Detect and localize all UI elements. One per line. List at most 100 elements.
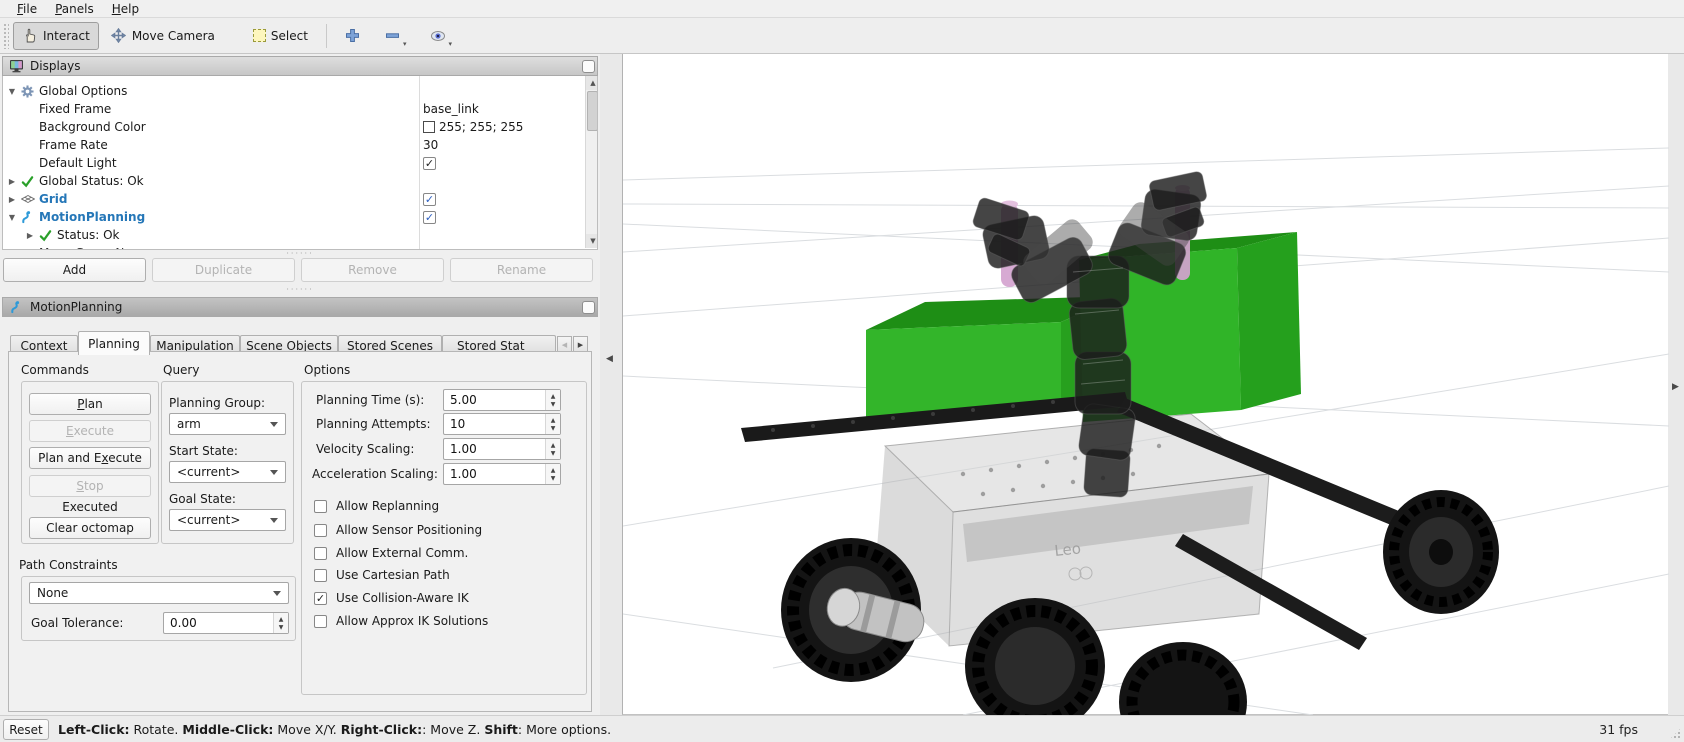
fixed-frame-value[interactable]: base_link	[423, 102, 479, 116]
allow-external-comm-checkbox[interactable]: Allow External Comm.	[314, 546, 468, 560]
remove-display-button[interactable]: Remove	[301, 258, 444, 282]
panel-resize-gutter[interactable]: ◀	[600, 54, 622, 715]
splitter-handle[interactable]: ······	[0, 287, 600, 293]
tree-row-grid[interactable]: ▶ Grid ✓	[3, 190, 585, 208]
tree-row-label: Frame Rate	[36, 138, 108, 152]
toolbar-grip[interactable]	[3, 23, 9, 49]
motionplanning-enabled-checkbox[interactable]: ✓	[423, 211, 436, 224]
3d-viewport[interactable]: Leo	[622, 54, 1668, 715]
panel-float-button[interactable]	[582, 60, 595, 73]
path-constraints-select[interactable]: None	[29, 582, 289, 604]
add-display-button[interactable]: Add	[3, 258, 146, 282]
select-tool-label: Select	[271, 29, 308, 43]
use-collision-aware-ik-checkbox[interactable]: ✓Use Collision-Aware IK	[314, 591, 469, 605]
expand-arrow-icon[interactable]: ▶	[5, 177, 19, 186]
motionplanning-panel-header[interactable]: MotionPlanning	[2, 297, 598, 317]
tree-row-global-status[interactable]: ▶ Global Status: Ok	[3, 172, 585, 190]
allow-replanning-checkbox[interactable]: Allow Replanning	[314, 499, 439, 513]
wheel-rear-right	[1119, 642, 1247, 715]
plan-and-execute-button[interactable]: Plan and Execute	[29, 447, 151, 469]
reset-button[interactable]: Reset	[3, 719, 49, 740]
collapse-arrow-icon[interactable]: ▼	[5, 213, 19, 222]
plan-button[interactable]: Plan	[29, 393, 151, 415]
expand-arrow-icon[interactable]: ▶	[23, 231, 37, 240]
velocity-scaling-spinner[interactable]: ▲▼	[443, 438, 561, 460]
allow-sensor-positioning-checkbox[interactable]: Allow Sensor Positioning	[314, 523, 482, 537]
move-camera-icon	[111, 28, 127, 44]
rename-display-button[interactable]: Rename	[450, 258, 593, 282]
spinner-arrows-icon[interactable]: ▲▼	[545, 464, 560, 484]
goal-tolerance-spinner[interactable]: ▲▼	[163, 612, 289, 634]
tree-row-label: MotionPlanning	[36, 210, 145, 224]
allow-approx-ik-solutions-checkbox[interactable]: Allow Approx IK Solutions	[314, 614, 488, 628]
clear-octomap-button[interactable]: Clear octomap	[29, 517, 151, 539]
spinner-arrows-icon[interactable]: ▲▼	[273, 613, 288, 633]
planning-attempts-spinner[interactable]: ▲▼	[443, 413, 561, 435]
zoom-in-tool-button[interactable]	[337, 22, 369, 50]
displays-tree[interactable]: ▼ Global Options Fixed Frame base_link B…	[2, 76, 598, 250]
spinner-arrows-icon[interactable]: ▲▼	[545, 439, 560, 459]
tree-row-fixed-frame[interactable]: Fixed Frame base_link	[3, 100, 585, 118]
splitter-handle[interactable]: ······	[0, 251, 600, 257]
planning-group-select[interactable]: arm	[169, 413, 286, 435]
tree-row-frame-rate[interactable]: Frame Rate 30	[3, 136, 585, 154]
color-swatch	[423, 121, 435, 133]
velocity-scaling-label: Velocity Scaling:	[316, 442, 414, 456]
tree-row-default-light[interactable]: Default Light ✓	[3, 154, 585, 172]
view-tool-button[interactable]: ▾	[422, 22, 462, 50]
move-camera-tool-button[interactable]: Move Camera	[103, 22, 223, 50]
menu-file[interactable]: File	[8, 0, 46, 18]
planning-time-spinner[interactable]: ▲▼	[443, 389, 561, 411]
gear-icon	[19, 85, 36, 98]
monitor-icon	[8, 58, 24, 74]
tree-row-label: Status: Ok	[54, 228, 120, 242]
grid-enabled-checkbox[interactable]: ✓	[423, 193, 436, 206]
collapse-arrow-icon[interactable]: ▼	[5, 87, 19, 96]
tree-row-label: Move Group Namespace	[36, 246, 186, 250]
chevron-down-icon[interactable]: ▾	[403, 40, 407, 48]
background-color-value[interactable]: 255; 255; 255	[423, 120, 523, 134]
window-resize-grip[interactable]	[1669, 727, 1682, 740]
frame-rate-value[interactable]: 30	[423, 138, 438, 152]
use-cartesian-path-checkbox[interactable]: Use Cartesian Path	[314, 568, 450, 582]
goal-state-label: Goal State:	[169, 492, 236, 506]
toolbar: Interact Move Camera Select ▾ ▾	[0, 18, 1684, 54]
select-tool-button[interactable]: Select	[245, 22, 316, 50]
tree-row-background-color[interactable]: Background Color 255; 255; 255	[3, 118, 585, 136]
velocity-scaling-input[interactable]	[444, 439, 545, 459]
default-light-checkbox[interactable]: ✓	[423, 157, 436, 170]
tree-scrollbar[interactable]: ▲ ▼	[585, 76, 598, 248]
expand-arrow-icon[interactable]: ▶	[5, 195, 19, 204]
panel-float-button[interactable]	[582, 301, 595, 314]
collapse-left-icon[interactable]: ◀	[606, 354, 613, 364]
scroll-down-icon[interactable]: ▼	[586, 234, 598, 248]
goal-tolerance-input[interactable]	[164, 613, 273, 633]
interact-tool-button[interactable]: Interact	[13, 22, 99, 50]
duplicate-display-button[interactable]: Duplicate	[152, 258, 295, 282]
query-section-label: Query	[163, 363, 199, 377]
spinner-arrows-icon[interactable]: ▲▼	[545, 414, 560, 434]
collapse-right-icon[interactable]: ▶	[1672, 382, 1679, 392]
goal-state-select[interactable]: <current>	[169, 509, 286, 531]
start-state-select[interactable]: <current>	[169, 461, 286, 483]
acceleration-scaling-spinner[interactable]: ▲▼	[443, 463, 561, 485]
spinner-arrows-icon[interactable]: ▲▼	[545, 390, 560, 410]
tree-row-motionplanning[interactable]: ▼ MotionPlanning ✓	[3, 208, 585, 226]
execute-button[interactable]: Execute	[29, 420, 151, 442]
tab-planning[interactable]: Planning	[78, 331, 150, 355]
path-constraints-section-label: Path Constraints	[19, 558, 118, 572]
planning-time-input[interactable]	[444, 390, 545, 410]
scroll-up-icon[interactable]: ▲	[586, 76, 598, 90]
tree-row-global-options[interactable]: ▼ Global Options	[3, 82, 585, 100]
scrollbar-thumb[interactable]	[587, 91, 598, 131]
zoom-out-tool-button[interactable]: ▾	[377, 22, 417, 50]
acceleration-scaling-input[interactable]	[444, 464, 545, 484]
planning-attempts-input[interactable]	[444, 414, 545, 434]
stop-button[interactable]: Stop	[29, 475, 151, 497]
chevron-down-icon[interactable]: ▾	[448, 40, 452, 48]
dock-right-gutter[interactable]: ▶	[1668, 54, 1684, 715]
menu-panels[interactable]: Panels	[46, 0, 103, 18]
displays-panel-header[interactable]: Displays	[2, 56, 598, 76]
tree-row-status-ok[interactable]: ▶ Status: Ok	[3, 226, 585, 244]
menu-help[interactable]: Help	[103, 0, 148, 18]
